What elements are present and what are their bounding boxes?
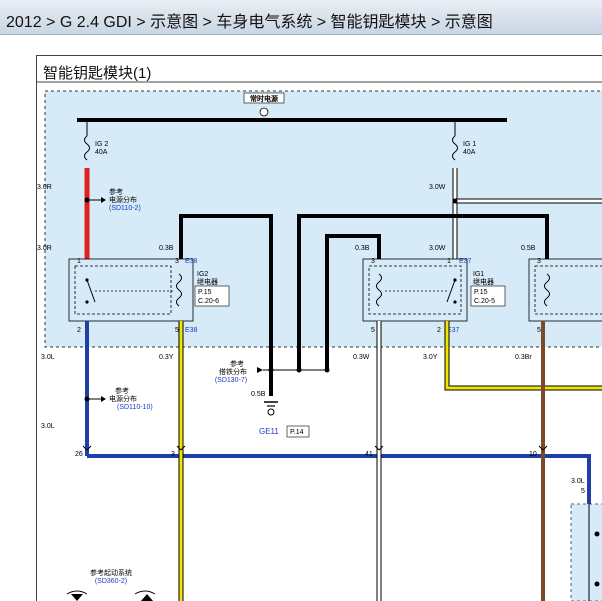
pin-26: 26 bbox=[75, 451, 83, 458]
pin-2b: 2 bbox=[437, 327, 441, 334]
ref-ground-code[interactable]: (SD130-7) bbox=[215, 377, 247, 384]
wire-label-30w-a: 3.0W bbox=[429, 184, 446, 191]
pin-3c: 3 bbox=[537, 258, 541, 265]
pin-3: 3 bbox=[175, 258, 179, 265]
relay-ig1-page[interactable]: P.15 bbox=[474, 289, 488, 296]
wire-blue-bus bbox=[87, 454, 591, 506]
ground-splice-1 bbox=[268, 367, 274, 373]
relay-ig2-page[interactable]: P.15 bbox=[198, 289, 212, 296]
ref-power-1-ref: 参考 bbox=[109, 187, 123, 196]
ref-ground-ref: 参考 bbox=[230, 359, 244, 368]
ground-terminal bbox=[267, 408, 275, 416]
connector-e38-bottom: E38 bbox=[185, 327, 198, 334]
arrow-right-icon bbox=[101, 396, 106, 402]
pin-5d: 5 bbox=[581, 488, 585, 495]
breadcrumb[interactable]: 2012 > G 2.4 GDI > 示意图 > 车身电气系统 > 智能钥匙模块… bbox=[6, 8, 493, 32]
fuse-ig1-name: IG 1 bbox=[463, 141, 476, 148]
splice-ig1 bbox=[452, 198, 458, 204]
relay-contact-icon bbox=[85, 300, 89, 304]
pin-1: 1 bbox=[77, 258, 81, 265]
wire-label-30l-c: 3.0L bbox=[571, 478, 585, 485]
pin-1b: 1 bbox=[447, 258, 451, 265]
ref-start-bracket bbox=[66, 590, 156, 595]
pin-3d: 3 bbox=[171, 451, 175, 458]
ref-power-2-name: 电源分布 bbox=[109, 394, 137, 403]
pin-5c: 5 bbox=[537, 327, 541, 334]
relay-ig2-name: IG2 bbox=[197, 271, 208, 278]
connector-e38-top: E38 bbox=[185, 258, 198, 265]
ground-page[interactable]: P.14 bbox=[290, 429, 304, 436]
wire-label-30l-a: 3.0L bbox=[41, 354, 55, 361]
relay-ig1-type: 继电器 bbox=[473, 277, 494, 286]
wire-label-30w-b: 3.0W bbox=[429, 245, 446, 252]
breadcrumb-bar: 2012 > G 2.4 GDI > 示意图 > 车身电气系统 > 智能钥匙模块… bbox=[0, 0, 602, 35]
relay-contact-icon bbox=[85, 278, 89, 282]
ground-wire-label: 0.5B bbox=[251, 391, 266, 398]
right-module-node bbox=[594, 581, 600, 587]
wire-label-03w: 0.3W bbox=[353, 354, 370, 361]
wire-label-03b-a: 0.3B bbox=[159, 245, 174, 252]
fuse-ig2-name: IG 2 bbox=[95, 141, 108, 148]
ref-start-code[interactable]: (SD360-2) bbox=[95, 578, 127, 585]
pin-41: 41 bbox=[365, 451, 373, 458]
ref-power-1-name: 电源分布 bbox=[109, 195, 137, 204]
relay-ig2-type: 继电器 bbox=[197, 277, 218, 286]
relay-ig1-conn: C.20-5 bbox=[474, 298, 495, 305]
relay-contact-icon bbox=[453, 278, 457, 282]
wiring-diagram: 常时电源 IG 2 40A IG 1 40A 3.0R 3.0R 参考 电源分布… bbox=[37, 81, 602, 601]
wire-label-30r-b: 3.0R bbox=[37, 245, 52, 252]
connector-e37-top: E37 bbox=[459, 258, 472, 265]
relay-ig1-name: IG1 bbox=[473, 271, 484, 278]
wire-label-30l-b: 3.0L bbox=[41, 423, 55, 430]
ref-power-2-ref: 参考 bbox=[115, 386, 129, 395]
ref-start-ref: 参考起动系统 bbox=[90, 568, 132, 577]
pin-5b: 5 bbox=[371, 327, 375, 334]
ground-splice-3 bbox=[324, 367, 330, 373]
ref-power-1-code[interactable]: (SD110-2) bbox=[109, 205, 141, 212]
wire-label-05b-right: 0.5B bbox=[521, 245, 536, 252]
ref-ground-name: 搭铁分布 bbox=[219, 367, 247, 376]
wire-label-30r-a: 3.0R bbox=[37, 184, 52, 191]
wire-label-03b-b: 0.3B bbox=[355, 245, 370, 252]
relay-ig2-conn: C.20-6 bbox=[198, 298, 219, 305]
wire-label-30y: 3.0Y bbox=[423, 354, 438, 361]
diagram-frame: 智能钥匙模块(1) 常时电源 IG 2 40A IG 1 40A 3.0R 3.… bbox=[36, 55, 602, 601]
power-node bbox=[259, 107, 269, 117]
fuse-ig2-rating: 40A bbox=[95, 149, 108, 156]
pin-10: 10 bbox=[529, 451, 537, 458]
pin-3b: 3 bbox=[371, 258, 375, 265]
arrow-right-icon bbox=[257, 367, 263, 373]
ground-splice-2 bbox=[296, 367, 302, 373]
relay-right bbox=[528, 258, 602, 322]
wire-label-03y: 0.3Y bbox=[159, 354, 174, 361]
relay-ig2 bbox=[68, 258, 194, 322]
ground-name: GE11 bbox=[259, 427, 279, 436]
fuse-ig1-rating: 40A bbox=[463, 149, 476, 156]
wire-label-03br: 0.3Br bbox=[515, 354, 532, 361]
power-source-label: 常时电源 bbox=[250, 94, 278, 103]
ref-power-2-code[interactable]: (SD110-10) bbox=[117, 404, 153, 411]
pin-2: 2 bbox=[77, 327, 81, 334]
right-module-node bbox=[594, 531, 600, 537]
relay-contact-icon bbox=[453, 300, 457, 304]
pin-5: 5 bbox=[175, 327, 179, 334]
